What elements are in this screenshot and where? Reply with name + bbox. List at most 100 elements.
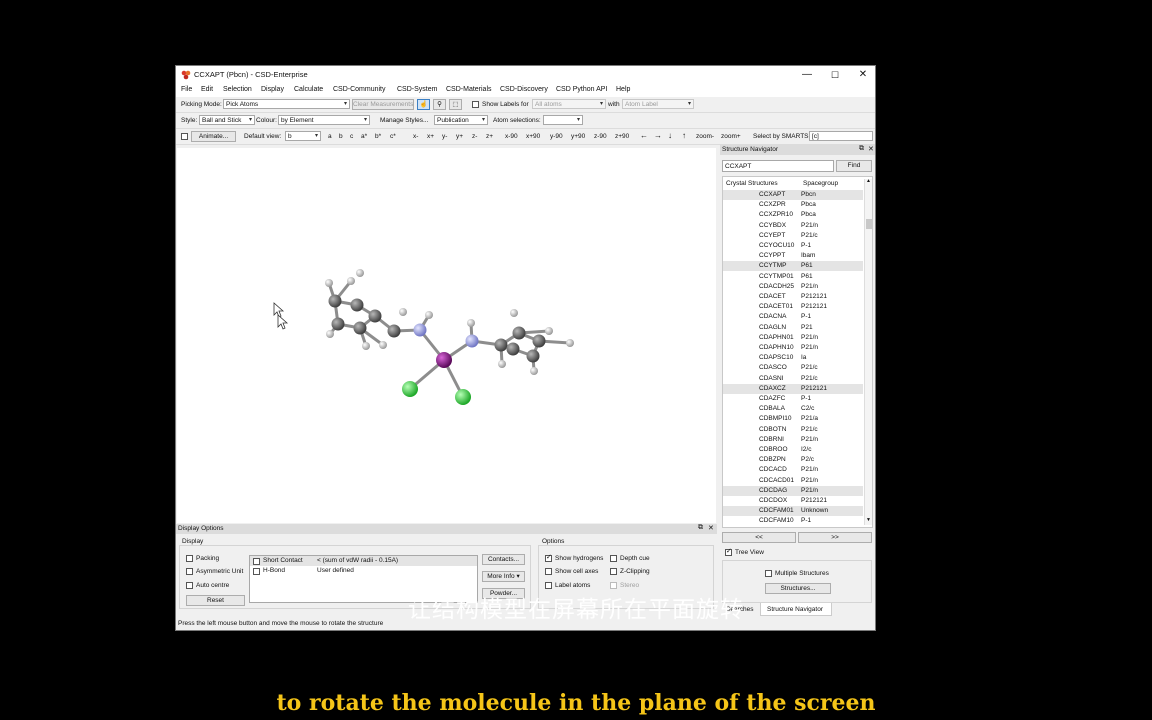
- list-item[interactable]: CDASNI P21/c: [723, 374, 863, 384]
- rotate-z-plus-button[interactable]: z+: [486, 133, 493, 140]
- view-b-star-button[interactable]: b*: [375, 133, 381, 140]
- navigator-search-input[interactable]: CCXAPT: [722, 160, 834, 172]
- asymmetric-unit-checkbox[interactable]: [186, 568, 193, 575]
- find-button[interactable]: Find: [836, 160, 872, 172]
- maximize-button[interactable]: ☐: [822, 68, 848, 82]
- hydrogen-atom[interactable]: [425, 311, 433, 319]
- carbon-atom[interactable]: [368, 309, 382, 323]
- carbon-atom[interactable]: [512, 326, 526, 340]
- hydrogen-atom[interactable]: [399, 308, 407, 316]
- carbon-atom[interactable]: [331, 317, 345, 331]
- pan-down-icon[interactable]: ↓: [668, 131, 672, 140]
- list-item[interactable]: CCXZPR Pbca: [723, 200, 863, 210]
- carbon-atom[interactable]: [506, 342, 520, 356]
- zoom-pick-button[interactable]: ⚲: [433, 99, 446, 110]
- list-item[interactable]: CDAZFC P-1: [723, 394, 863, 404]
- hydrogen-atom[interactable]: [530, 367, 538, 375]
- hydrogen-atom[interactable]: [362, 342, 370, 350]
- rotate-z-minus-90-button[interactable]: z-90: [594, 133, 607, 140]
- menu-csd-materials[interactable]: CSD-Materials: [446, 86, 492, 93]
- list-item[interactable]: CDBOTN P21/c: [723, 425, 863, 435]
- view-a-button[interactable]: a: [328, 133, 332, 140]
- menu-selection[interactable]: Selection: [223, 86, 252, 93]
- style-select[interactable]: Ball and Stick ▾: [199, 115, 255, 125]
- stereo-checkbox[interactable]: [610, 582, 617, 589]
- chlorine-atom[interactable]: [402, 381, 418, 397]
- hydrogen-atom[interactable]: [325, 279, 333, 287]
- contact-row-short[interactable]: Short Contact < (sum of vdW radii - 0.15…: [250, 556, 477, 566]
- close-button[interactable]: ✕: [850, 68, 875, 82]
- scrollbar[interactable]: ▲ ▼: [864, 178, 872, 525]
- list-item[interactable]: CCYBDX P21/n: [723, 221, 863, 231]
- list-item[interactable]: CDCDOX P212121: [723, 496, 863, 506]
- list-item[interactable]: CDCFAM10 P-1: [723, 516, 863, 526]
- rotate-y-minus-90-button[interactable]: y-90: [550, 133, 563, 140]
- auto-centre-checkbox[interactable]: [186, 582, 193, 589]
- nitrogen-atom[interactable]: [465, 334, 479, 348]
- scroll-down-icon[interactable]: ▼: [866, 517, 871, 523]
- list-item[interactable]: CDAPHN01 P21/n: [723, 333, 863, 343]
- hbond-checkbox[interactable]: [253, 568, 260, 575]
- carbon-atom[interactable]: [387, 324, 401, 338]
- carbon-atom[interactable]: [328, 294, 342, 308]
- pan-up-icon[interactable]: ↑: [682, 131, 686, 140]
- molecule-model[interactable]: [177, 148, 716, 523]
- list-item[interactable]: CDBMPI10 P21/a: [723, 414, 863, 424]
- pan-left-icon[interactable]: ←: [640, 131, 648, 140]
- rotate-y-plus-button[interactable]: y+: [456, 133, 463, 140]
- float-icon[interactable]: ⧉: [859, 145, 864, 153]
- list-item[interactable]: CDAXCZ P212121: [723, 383, 863, 394]
- next-structure-button[interactable]: >>: [798, 532, 872, 543]
- carbon-atom[interactable]: [350, 298, 364, 312]
- animate-button[interactable]: Animate...: [191, 131, 236, 142]
- manage-styles-label[interactable]: Manage Styles...: [380, 117, 428, 124]
- scroll-up-icon[interactable]: ▲: [866, 178, 871, 184]
- rotate-z-plus-90-button[interactable]: z+90: [615, 133, 629, 140]
- zoom-out-button[interactable]: zoom-: [696, 133, 714, 140]
- list-item[interactable]: CDACDH25 P21/n: [723, 282, 863, 292]
- list-item[interactable]: CDACET P212121: [723, 292, 863, 302]
- atom-selections-select[interactable]: ▾: [543, 115, 583, 125]
- close-icon[interactable]: ✕: [708, 524, 714, 532]
- hydrogen-atom[interactable]: [326, 330, 334, 338]
- list-item[interactable]: CCYPPT Ibam: [723, 251, 863, 261]
- rotate-y-plus-90-button[interactable]: y+90: [571, 133, 585, 140]
- default-view-select[interactable]: b ▾: [285, 131, 321, 141]
- menu-csd-system[interactable]: CSD-System: [397, 86, 437, 93]
- chlorine-atom[interactable]: [455, 389, 471, 405]
- clear-measurements-button[interactable]: Clear Measurements: [352, 99, 414, 110]
- list-item[interactable]: CDAGLN P21: [723, 323, 863, 333]
- menu-csd-python-api[interactable]: CSD Python API: [556, 86, 607, 93]
- scrollbar-thumb[interactable]: [866, 219, 872, 229]
- atom-label-select[interactable]: Atom Label ▾: [622, 99, 694, 109]
- carbon-atom[interactable]: [494, 338, 508, 352]
- menu-edit[interactable]: Edit: [201, 86, 213, 93]
- picking-mode-select[interactable]: Pick Atoms ▾: [223, 99, 350, 109]
- hydrogen-atom[interactable]: [545, 327, 553, 335]
- list-item[interactable]: CCYTMP01 P61: [723, 272, 863, 282]
- view-c-button[interactable]: c: [350, 133, 353, 140]
- menu-csd-discovery[interactable]: CSD-Discovery: [500, 86, 548, 93]
- view-b-button[interactable]: b: [339, 133, 343, 140]
- menu-csd-community[interactable]: CSD-Community: [333, 86, 386, 93]
- carbon-atom[interactable]: [532, 334, 546, 348]
- platinum-atom[interactable]: [436, 352, 452, 368]
- minimize-button[interactable]: —: [794, 68, 820, 82]
- show-labels-checkbox[interactable]: [472, 101, 479, 108]
- hydrogen-atom[interactable]: [510, 309, 518, 317]
- list-item[interactable]: CDASCO P21/c: [723, 363, 863, 373]
- list-item[interactable]: CDBALA C2/c: [723, 404, 863, 414]
- carbon-atom[interactable]: [526, 349, 540, 363]
- list-item[interactable]: CDCFAM01 Unknown: [723, 506, 863, 517]
- hydrogen-atom[interactable]: [347, 277, 355, 285]
- list-item[interactable]: CCXAPT Pbcn: [723, 190, 863, 200]
- list-item[interactable]: CDCDAG P21/n: [723, 485, 863, 496]
- view-a-star-button[interactable]: a*: [361, 133, 367, 140]
- prev-structure-button[interactable]: <<: [722, 532, 796, 543]
- label-atoms-checkbox[interactable]: [545, 582, 552, 589]
- rotate-z-minus-button[interactable]: z-: [472, 133, 477, 140]
- menu-display[interactable]: Display: [261, 86, 284, 93]
- short-contact-checkbox[interactable]: [253, 558, 260, 565]
- list-item[interactable]: CCYOCU10 P-1: [723, 241, 863, 251]
- hydrogen-atom[interactable]: [498, 360, 506, 368]
